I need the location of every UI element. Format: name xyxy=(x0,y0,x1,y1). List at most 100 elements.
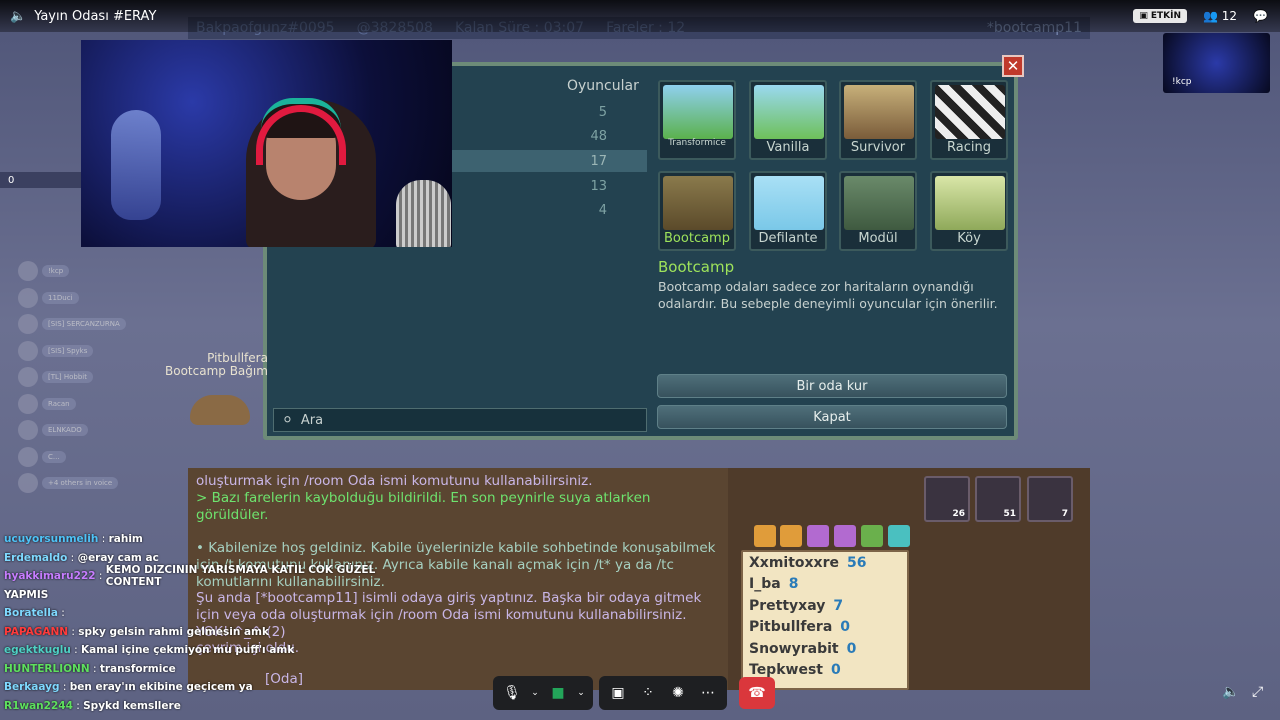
speaker-icon: 🔈 xyxy=(10,8,27,24)
chat-text: transformice xyxy=(99,662,176,675)
player-list-name: I_ba xyxy=(749,576,781,593)
menu-icon[interactable] xyxy=(780,525,802,547)
player-list-item[interactable]: I_ba 8 xyxy=(743,574,907,596)
chat-username[interactable]: HUNTERLIONN xyxy=(4,663,90,675)
viewer-count[interactable]: 👥 12 xyxy=(1203,9,1237,23)
voice-participant[interactable]: Racan xyxy=(18,391,126,418)
chat-separator: : xyxy=(98,533,109,546)
map-player-title: Bootcamp Bağım xyxy=(165,364,268,378)
bootcamp-icon xyxy=(663,176,733,230)
player-list-name: Snowyrabit xyxy=(749,640,839,657)
soundboard-icon[interactable]: ✺ xyxy=(663,678,693,708)
activities-icon[interactable]: ⁘ xyxy=(633,678,663,708)
voice-participant[interactable]: C... xyxy=(18,444,126,471)
player-list-score: 7 xyxy=(833,597,844,614)
chat-text: rahim xyxy=(108,533,143,546)
mode-koy[interactable]: Köy xyxy=(930,171,1008,251)
mode-racing[interactable]: Racing xyxy=(930,80,1008,160)
cup-icon[interactable] xyxy=(834,525,856,547)
arrow-left-icon xyxy=(754,176,824,230)
chat-username[interactable]: R1wan2244 xyxy=(4,700,73,712)
discord-icon[interactable] xyxy=(861,525,883,547)
chevron-down-icon[interactable]: ⌄ xyxy=(573,678,589,708)
chat-text: Kamal içine çekmiyon mu puff'ı amk xyxy=(81,644,295,657)
mode-survivor[interactable]: Survivor xyxy=(839,80,917,160)
player-list-score: 0 xyxy=(846,640,857,657)
fullscreen-toggle-icon[interactable]: ⤢ xyxy=(1252,684,1263,700)
player-list-item[interactable]: Xxmitoxxre 56 xyxy=(743,552,907,574)
voice-participant[interactable]: 11Duci xyxy=(18,285,126,312)
inventory-slot[interactable]: 51 xyxy=(975,476,1021,522)
screen-share-icon[interactable]: ▣ xyxy=(603,678,633,708)
participant-label: !kcp xyxy=(1172,77,1192,87)
mode-defilante[interactable]: Defilante xyxy=(749,171,827,251)
avatar xyxy=(18,261,38,282)
chat-username[interactable]: egektkuglu xyxy=(4,644,71,656)
voice-participant[interactable]: !kcp xyxy=(18,258,126,285)
hang-up-button[interactable]: ☎ xyxy=(739,677,775,709)
chat-text: @eray cam ac xyxy=(77,551,159,564)
voice-participant[interactable]: [SIS] SERCANZURNA xyxy=(18,311,126,338)
chat-separator: : xyxy=(89,662,100,675)
call-controls: 🎙 ⌄ ■ ⌄ ▣ ⁘ ✺ ⋯ ☎ xyxy=(493,676,775,710)
chat-bubble-icon[interactable]: 💬 xyxy=(1253,9,1268,23)
checkered-flag-icon xyxy=(935,85,1005,139)
player-list-item[interactable]: Snowyrabit 0 xyxy=(743,638,907,660)
participant-name: Racan xyxy=(42,397,76,410)
voice-participant[interactable]: [SIS] Spyks xyxy=(18,338,126,365)
emote-icon[interactable] xyxy=(807,525,829,547)
close-button[interactable]: Kapat xyxy=(657,405,1007,429)
chat-separator: : xyxy=(59,681,70,694)
room-row[interactable]: 4 xyxy=(452,199,647,221)
microphone-icon[interactable]: 🎙 xyxy=(497,678,527,708)
mode-bootcamp[interactable]: Bootcamp xyxy=(658,171,736,251)
chat-message: görüldüler. xyxy=(196,507,269,523)
close-icon[interactable]: ✕ xyxy=(1002,55,1024,77)
chat-line: R1wan2244 : Spykd kemsllere xyxy=(0,697,380,716)
room-row[interactable]: 5 xyxy=(452,101,647,123)
participant-name: +4 others in voice xyxy=(42,477,119,490)
chat-username[interactable]: Erdemaldo xyxy=(4,552,67,564)
mode-transformice[interactable]: Transformice xyxy=(658,80,736,160)
chat-separator: : xyxy=(95,570,106,583)
participant-name: [SIS] SERCANZURNA xyxy=(42,318,126,331)
chat-username[interactable]: Berkaayg xyxy=(4,681,60,693)
participant-name: [TL] Hobbit xyxy=(42,371,93,384)
more-icon[interactable]: ⋯ xyxy=(693,678,723,708)
player-list-name: Prettyxay xyxy=(749,597,826,614)
room-row[interactable]: 48 xyxy=(452,125,647,147)
chat-username[interactable]: hyakkimaru222 xyxy=(4,570,96,582)
player-list-item[interactable]: Prettyxay 7 xyxy=(743,595,907,617)
chat-separator: : xyxy=(57,607,69,620)
room-row[interactable]: 13 xyxy=(452,175,647,197)
participant-thumbnail[interactable]: !kcp xyxy=(1163,33,1270,93)
voice-participant[interactable]: [TL] Hobbit xyxy=(18,364,126,391)
chat-username[interactable]: PAPAGANN xyxy=(4,626,68,638)
voice-participant[interactable]: +4 others in voice xyxy=(18,470,126,497)
chat-line: YAPMIS xyxy=(0,586,380,605)
topbar-right: ▣ ETKİN 👥 12 💬 xyxy=(1133,9,1268,23)
create-room-button[interactable]: Bir oda kur xyxy=(657,374,1007,398)
inventory-slot[interactable]: 7 xyxy=(1027,476,1073,522)
selected-mode-title: Bootcamp xyxy=(658,258,735,276)
participant-name: 11Duci xyxy=(42,291,79,304)
search-field[interactable]: ⚪ Ara xyxy=(273,408,647,432)
voice-participant[interactable]: ELNKADO xyxy=(18,417,126,444)
camera-icon[interactable]: ■ xyxy=(543,678,573,708)
chat-username[interactable]: Boratella xyxy=(4,607,58,619)
mode-modul[interactable]: Modül xyxy=(839,171,917,251)
game-mode-grid: Transformice Vanilla Survivor Racing Boo… xyxy=(658,80,1018,260)
chat-line: Berkaayg : ben eray'ın ekibine geçicem y… xyxy=(0,678,380,697)
player-list-item[interactable]: Pitbullfera 0 xyxy=(743,617,907,639)
selected-mode-description: Bootcamp odaları sadece zor haritaların … xyxy=(658,279,998,311)
shop-icon[interactable] xyxy=(754,525,776,547)
inventory-slot[interactable]: 26 xyxy=(924,476,970,522)
mode-vanilla[interactable]: Vanilla xyxy=(749,80,827,160)
player-list-score: 0 xyxy=(840,619,851,636)
room-row-selected[interactable]: 17 xyxy=(452,150,647,172)
value-slider[interactable]: 0 xyxy=(0,172,82,188)
volume-icon[interactable]: 🔈 xyxy=(1222,684,1239,700)
chat-username[interactable]: ucuyorsunmelih xyxy=(4,533,98,545)
chevron-down-icon[interactable]: ⌄ xyxy=(527,678,543,708)
fullscreen-icon[interactable] xyxy=(888,525,910,547)
